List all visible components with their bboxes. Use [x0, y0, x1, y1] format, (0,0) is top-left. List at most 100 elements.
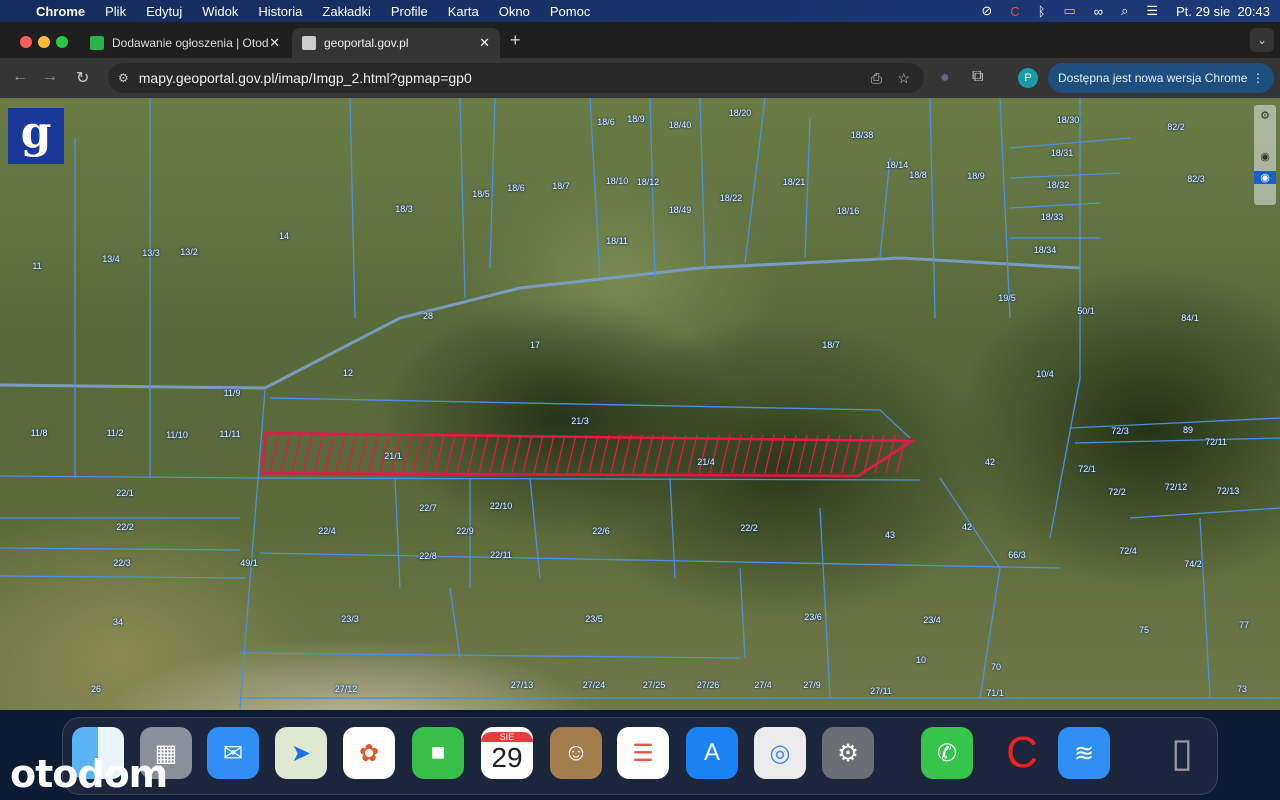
- dock-system-settings[interactable]: ⚙: [822, 727, 874, 779]
- address-bar[interactable]: ⚙ mapy.geoportal.gov.pl/imap/Imgp_2.html…: [108, 63, 924, 93]
- install-app-icon[interactable]: ⎙: [871, 70, 882, 87]
- parcel-label: 72/13: [1216, 486, 1240, 496]
- map-controls[interactable]: ⚙ ◉ ◉: [1254, 105, 1276, 205]
- parcel-label: 18/12: [636, 177, 660, 187]
- parcel-label: 22/8: [419, 551, 437, 561]
- parcel-label: 18/14: [885, 160, 909, 170]
- forward-button[interactable]: →: [42, 68, 58, 86]
- visibility-icon[interactable]: ◉: [1254, 150, 1276, 163]
- control-center-icon[interactable]: ☰: [1146, 3, 1158, 19]
- dock-wifi[interactable]: ≋: [1058, 727, 1110, 779]
- dock-trash[interactable]: ▯: [1156, 727, 1208, 779]
- parcel-label: 18/38: [850, 130, 874, 140]
- dock-calendar[interactable]: SIE 29: [481, 727, 533, 779]
- dock-maps[interactable]: ➤: [275, 727, 327, 779]
- tab-search-button[interactable]: ⌄: [1250, 28, 1274, 52]
- dock-photos[interactable]: ✿: [343, 727, 395, 779]
- menu-bar: Chrome Plik Edytuj Widok Historia Zakład…: [0, 0, 1280, 22]
- parcel-label: 77: [1238, 620, 1250, 630]
- menu-edytuj[interactable]: Edytuj: [146, 4, 182, 19]
- menu-karta[interactable]: Karta: [448, 4, 479, 19]
- menu-widok[interactable]: Widok: [202, 4, 238, 19]
- close-window-button[interactable]: [20, 36, 32, 48]
- tab-geoportal[interactable]: geoportal.gov.pl ✕: [292, 28, 500, 58]
- parcel-label: 22/3: [113, 558, 131, 568]
- parcel-label: 72/2: [1108, 487, 1126, 497]
- otodom-favicon-icon: [90, 36, 104, 50]
- menu-zakladki[interactable]: Zakładki: [322, 4, 370, 19]
- maximize-window-button[interactable]: [56, 36, 68, 48]
- extensions-puzzle-icon[interactable]: ⧉: [972, 68, 983, 86]
- dock-whatsapp[interactable]: ✆: [921, 727, 973, 779]
- parcel-label: 21/4: [697, 457, 715, 467]
- chrome-update-button[interactable]: Dostępna jest nowa wersja Chrome ⋮: [1048, 63, 1274, 93]
- parcel-label: 72/3: [1111, 426, 1129, 436]
- parcel-label: 18/11: [606, 236, 628, 246]
- dock-facetime[interactable]: ■: [412, 727, 464, 779]
- menu-plik[interactable]: Plik: [105, 4, 126, 19]
- parcel-label: 42: [984, 457, 996, 467]
- geoportal-favicon-icon: [302, 36, 316, 50]
- geoportal-map[interactable]: 18/20 18/6 18/9 18/40 18/38 18/30 82/2 18/5 18/6…: [0, 98, 1280, 710]
- close-tab-icon[interactable]: ✕: [479, 35, 490, 51]
- dock-mail[interactable]: ✉: [207, 727, 259, 779]
- parcel-label: 74/2: [1184, 559, 1202, 569]
- link-icon[interactable]: ∞: [1094, 4, 1103, 19]
- profile-avatar[interactable]: P: [1018, 68, 1038, 88]
- back-button[interactable]: ←: [12, 68, 28, 86]
- menu-profile[interactable]: Profile: [391, 4, 428, 19]
- parcel-label: 18/6: [597, 117, 615, 127]
- layer-eye-icon[interactable]: ◉: [1254, 171, 1276, 184]
- parcel-label: 21/3: [571, 416, 589, 426]
- menu-historia[interactable]: Historia: [258, 4, 302, 19]
- parcel-label: 34: [112, 617, 124, 627]
- geoportal-logo[interactable]: g: [8, 108, 64, 164]
- url-text[interactable]: mapy.geoportal.gov.pl/imap/Imgp_2.html?g…: [139, 70, 472, 86]
- dock-app-store[interactable]: A: [686, 727, 738, 779]
- parcel-label: 18/5: [472, 189, 490, 199]
- parcel-label: 11/11: [219, 429, 241, 439]
- site-info-icon[interactable]: ⚙: [118, 71, 129, 85]
- dock-chrome[interactable]: ◎: [754, 727, 806, 779]
- dock-contacts[interactable]: ☺: [550, 727, 602, 779]
- extension-icon[interactable]: ●: [940, 69, 950, 87]
- parcel-label: 23/3: [341, 614, 359, 624]
- close-tab-icon[interactable]: ✕: [269, 35, 280, 51]
- parcel-label: 18/8: [909, 170, 927, 180]
- parcel-label: 72/11: [1205, 437, 1227, 447]
- parcel-label: 18/32: [1046, 180, 1070, 190]
- parcel-label: 72/4: [1119, 546, 1137, 556]
- settings-icon[interactable]: ⚙: [1254, 109, 1276, 122]
- new-tab-button[interactable]: +: [510, 30, 521, 51]
- focus-icon[interactable]: ⊘: [981, 3, 992, 19]
- parcel-label: 22/9: [456, 526, 474, 536]
- dock-reminders[interactable]: ☰: [617, 727, 669, 779]
- parcel-label: 18/10: [605, 176, 629, 186]
- battery-icon[interactable]: ▭: [1064, 3, 1076, 19]
- dock-ccleaner[interactable]: C: [996, 727, 1048, 779]
- parcel-label: 23/5: [585, 614, 603, 624]
- ccleaner-menu-icon[interactable]: C: [1010, 4, 1019, 19]
- parcel-label: 70: [990, 662, 1002, 672]
- parcel-label: 22/2: [740, 523, 758, 533]
- minimize-window-button[interactable]: [38, 36, 50, 48]
- selected-parcel-highlight: [260, 431, 917, 478]
- bluetooth-icon[interactable]: ᛒ: [1038, 4, 1046, 19]
- parcel-label: 84/1: [1181, 313, 1199, 323]
- tab-otodom[interactable]: Dodawanie ogłoszenia | Otod ✕: [80, 28, 290, 58]
- bookmark-star-icon[interactable]: ☆: [897, 70, 910, 87]
- parcel-label: 28: [422, 311, 434, 321]
- menu-pomoc[interactable]: Pomoc: [550, 4, 590, 19]
- parcel-label: 10: [915, 655, 927, 665]
- date[interactable]: Pt. 29 sie: [1176, 4, 1230, 19]
- parcel-label: 18/3: [395, 204, 413, 214]
- more-menu-icon[interactable]: ⋮: [1252, 71, 1264, 85]
- parcel-label: 18/31: [1050, 148, 1074, 158]
- otodom-watermark: otodom: [10, 752, 168, 796]
- menu-app-name[interactable]: Chrome: [36, 4, 85, 19]
- parcel-label: 73: [1236, 684, 1248, 694]
- search-icon[interactable]: ⌕: [1121, 3, 1128, 19]
- menu-okno[interactable]: Okno: [499, 4, 530, 19]
- time[interactable]: 20:43: [1237, 4, 1270, 19]
- reload-button[interactable]: ↻: [76, 68, 89, 88]
